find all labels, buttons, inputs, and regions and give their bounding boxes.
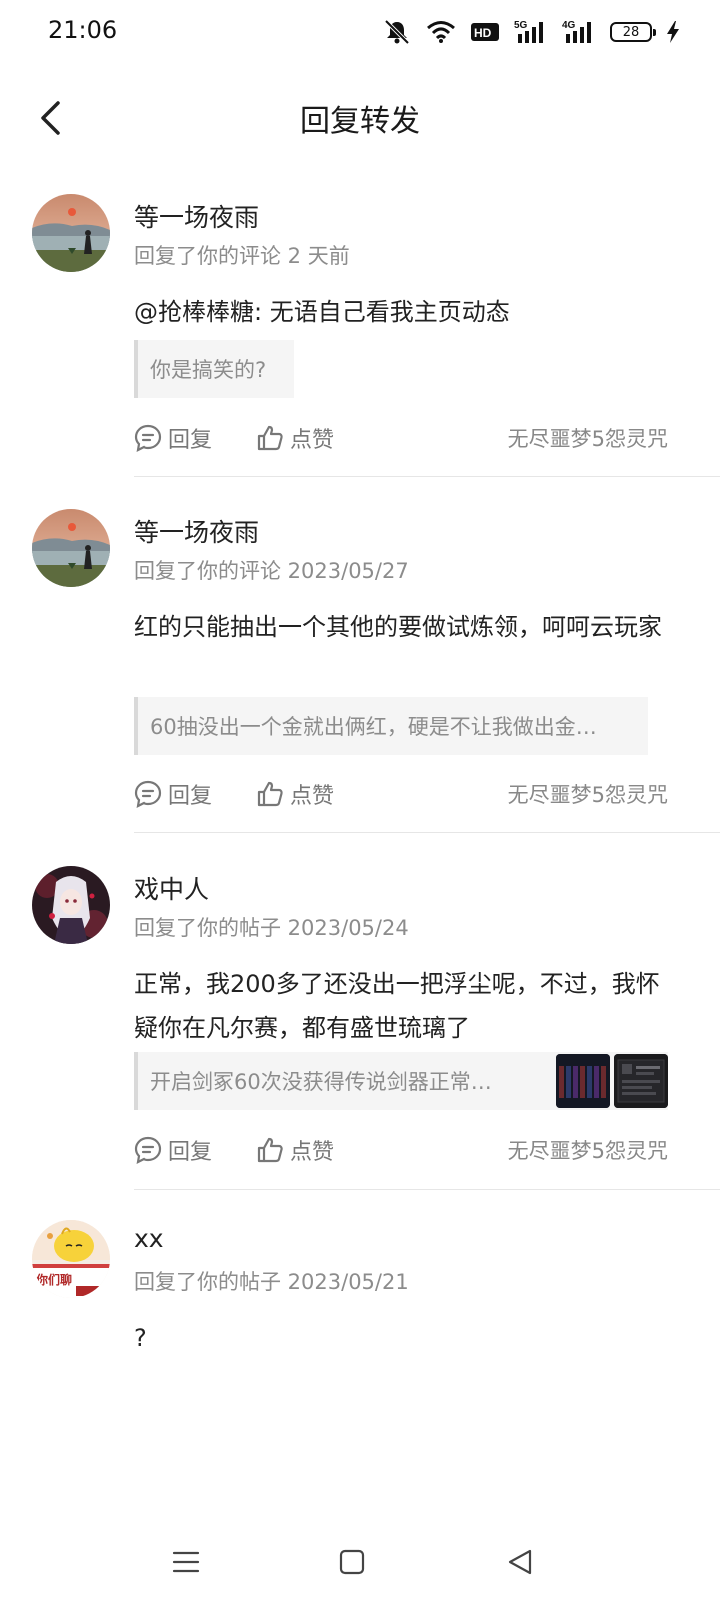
action-bar: 回复 点赞 无尽噩梦5怨灵咒	[134, 418, 668, 458]
divider	[134, 476, 720, 477]
divider	[134, 1189, 720, 1190]
wifi-icon	[427, 21, 455, 43]
list-item[interactable]: 等一场夜雨 回复了你的评论 2023/05/27 红的只能抽出一个其他的要做试炼…	[0, 509, 720, 834]
forum-name[interactable]: 无尽噩梦5怨灵咒	[508, 1135, 668, 1165]
username[interactable]: xx	[134, 1224, 164, 1253]
avatar-image	[32, 866, 110, 944]
list-item[interactable]: 等一场夜雨 回复了你的评论 2 天前 @抢棒棒糖: 无语自己看我主页动态 你是搞…	[0, 194, 720, 478]
forum-name[interactable]: 无尽噩梦5怨灵咒	[508, 779, 668, 809]
battery-icon: 28	[610, 22, 656, 42]
avatar-image: 你们聊	[32, 1220, 110, 1298]
forum-name[interactable]: 无尽噩梦5怨灵咒	[508, 423, 668, 453]
thumbnail-image[interactable]	[556, 1054, 610, 1108]
page-title: 回复转发	[300, 104, 420, 139]
reply-label: 回复	[168, 1140, 213, 1165]
quote-text: 开启剑冢60次没获得传说剑器正常…	[150, 1070, 492, 1094]
thumbs-up-icon	[257, 425, 283, 451]
reply-content[interactable]: @抢棒棒糖: 无语自己看我主页动态	[134, 290, 674, 334]
list-item[interactable]: 戏中人 回复了你的帖子 2023/05/24 正常，我200多了还没出一把浮尘呢…	[0, 866, 720, 1191]
list-item[interactable]: 你们聊 xx 回复了你的帖子 2023/05/21 ?	[0, 1220, 720, 1360]
avatar[interactable]	[32, 194, 110, 272]
username[interactable]: 戏中人	[134, 870, 209, 906]
divider	[134, 832, 720, 833]
reply-meta: 回复了你的帖子 2023/05/21	[134, 1270, 409, 1294]
charging-icon	[667, 21, 679, 43]
svg-text:4G: 4G	[562, 20, 576, 31]
action-bar: 回复 点赞 无尽噩梦5怨灵咒	[134, 1130, 668, 1170]
svg-text:5G: 5G	[514, 20, 528, 31]
like-label: 点赞	[290, 784, 335, 809]
avatar-image	[32, 194, 110, 272]
action-bar: 回复 点赞 无尽噩梦5怨灵咒	[134, 774, 668, 814]
menu-button[interactable]	[156, 1536, 216, 1588]
home-button[interactable]	[322, 1536, 382, 1588]
avatar[interactable]: 你们聊	[32, 1220, 110, 1298]
reply-label: 回复	[168, 428, 213, 453]
back-nav-button[interactable]	[490, 1536, 550, 1588]
status-time: 21:06	[48, 16, 118, 44]
username[interactable]: 等一场夜雨	[134, 513, 259, 549]
comment-icon	[134, 424, 162, 452]
reply-content[interactable]: 正常，我200多了还没出一把浮尘呢，不过，我怀疑你在凡尔赛，都有盛世琉璃了	[134, 962, 674, 1050]
back-triangle-icon	[508, 1549, 532, 1575]
reply-button[interactable]: 回复	[134, 778, 256, 810]
svg-text:HD: HD	[474, 26, 492, 40]
signal-5g-icon: 5G	[514, 20, 543, 43]
avatar-image	[32, 509, 110, 587]
hd-icon: HD	[471, 23, 499, 41]
menu-icon	[172, 1551, 200, 1573]
svg-text:你们聊: 你们聊	[35, 1272, 72, 1287]
reply-button[interactable]: 回复	[134, 1134, 256, 1166]
header: 回复转发	[0, 78, 720, 158]
avatar[interactable]	[32, 866, 110, 944]
quoted-comment[interactable]: 开启剑冢60次没获得传说剑器正常…	[134, 1052, 668, 1110]
reply-content[interactable]: 红的只能抽出一个其他的要做试炼领，呵呵云玩家	[134, 605, 664, 649]
like-label: 点赞	[290, 1140, 335, 1165]
reply-content[interactable]: ?	[134, 1316, 674, 1360]
home-icon	[339, 1549, 365, 1575]
quote-thumbnails	[556, 1054, 668, 1108]
reply-meta: 回复了你的评论 2023/05/27	[134, 559, 409, 583]
reply-meta: 回复了你的评论 2 天前	[134, 244, 350, 268]
reply-label: 回复	[168, 784, 213, 809]
quoted-comment[interactable]: 60抽没出一个金就出俩红，硬是不让我做出金…	[134, 697, 648, 755]
like-label: 点赞	[290, 428, 335, 453]
thumbnail-image[interactable]	[614, 1054, 668, 1108]
status-icons: HD 5G 4G 28	[382, 18, 680, 46]
thumbs-up-icon	[257, 1137, 283, 1163]
reply-button[interactable]: 回复	[134, 422, 256, 454]
comment-icon	[134, 1136, 162, 1164]
signal-4g-icon: 4G	[562, 20, 591, 43]
quote-text: 你是搞笑的?	[150, 358, 267, 382]
quote-text: 60抽没出一个金就出俩红，硬是不让我做出金…	[150, 715, 597, 739]
username[interactable]: 等一场夜雨	[134, 198, 259, 234]
quoted-comment[interactable]: 你是搞笑的?	[134, 340, 294, 398]
mute-bell-icon	[384, 19, 410, 45]
like-button[interactable]: 点赞	[256, 422, 334, 454]
reply-meta: 回复了你的帖子 2023/05/24	[134, 916, 409, 940]
battery-level: 28	[622, 24, 640, 40]
like-button[interactable]: 点赞	[256, 778, 334, 810]
system-nav-bar	[0, 1512, 720, 1612]
avatar[interactable]	[32, 509, 110, 587]
status-bar: 21:06 HD 5G 4G 28	[0, 0, 720, 64]
comment-icon	[134, 780, 162, 808]
thumbs-up-icon	[257, 781, 283, 807]
like-button[interactable]: 点赞	[256, 1134, 334, 1166]
